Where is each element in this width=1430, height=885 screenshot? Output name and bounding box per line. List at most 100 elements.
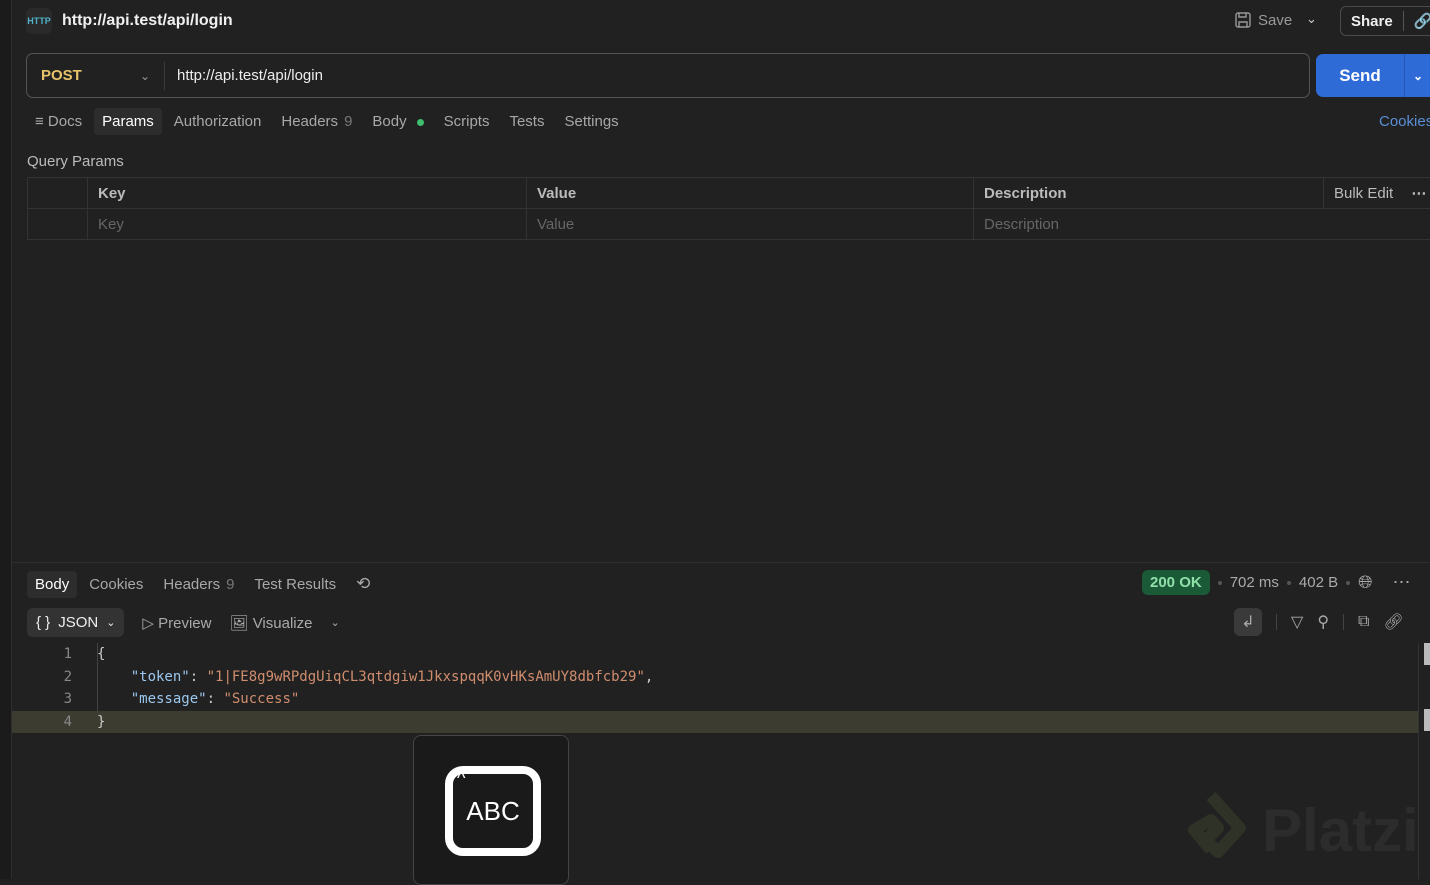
response-tab-headers[interactable]: Headers 9 xyxy=(155,571,242,598)
watermark-text: Platzi xyxy=(1262,796,1419,865)
method-select[interactable]: POST ⌄ xyxy=(27,62,165,90)
copy-icon[interactable]: ⧉ xyxy=(1358,613,1369,631)
key-input[interactable]: Key xyxy=(88,209,527,240)
tab-label: Headers xyxy=(163,576,220,593)
cookies-link[interactable]: Cookies xyxy=(1379,113,1430,130)
response-time[interactable]: 702 ms xyxy=(1230,574,1279,591)
tab-body[interactable]: Body xyxy=(364,108,431,135)
scroll-marker xyxy=(1424,643,1430,665)
save-icon xyxy=(1234,11,1252,29)
more-icon[interactable]: ⋯ xyxy=(1393,572,1411,593)
separator-dot xyxy=(1287,581,1291,585)
format-select[interactable]: { }JSON⌄ xyxy=(27,608,124,637)
preview-label: Preview xyxy=(158,615,211,632)
history-icon[interactable]: ⟲ xyxy=(348,569,378,599)
response-body-editor[interactable]: 1{ 2 "token": "1|FE8g9wRPdgUiqCL3qtdgiw1… xyxy=(12,643,1418,733)
column-description: Description xyxy=(974,178,1324,209)
line-number: 3 xyxy=(12,691,72,707)
code-line: 1{ xyxy=(12,643,1418,666)
visualize-options-chevron-icon[interactable]: ⌄ xyxy=(330,616,339,629)
visualize-button[interactable]: 🖼︎ Visualize xyxy=(229,614,312,632)
search-icon[interactable]: ⚲ xyxy=(1317,612,1329,632)
scroll-marker xyxy=(1424,709,1430,731)
row-checkbox-cell xyxy=(28,209,88,240)
description-input[interactable]: Description xyxy=(974,209,1430,240)
code-line-active: 4} xyxy=(12,711,1418,734)
chevron-down-icon: ⌄ xyxy=(140,69,150,83)
line-number: 2 xyxy=(12,669,72,685)
divider xyxy=(1403,11,1404,31)
response-tab-body[interactable]: Body xyxy=(27,571,77,598)
request-name[interactable]: http://api.test/api/login xyxy=(62,12,233,30)
value-input[interactable]: Value xyxy=(527,209,974,240)
bulk-edit-button[interactable]: Bulk Edit xyxy=(1334,185,1393,202)
keyboard-abc-icon: ^ ABC xyxy=(445,766,541,856)
tab-label: Headers xyxy=(281,113,338,130)
globe-icon[interactable]: 🌐︎ xyxy=(1358,572,1372,593)
chevron-down-icon: ⌄ xyxy=(106,616,115,629)
separator-dot xyxy=(1346,581,1350,585)
tab-tests[interactable]: Tests xyxy=(501,108,552,135)
share-label: Share xyxy=(1351,13,1393,30)
link-icon[interactable]: 🔗 xyxy=(1414,12,1430,30)
code-line: 3 "message": "Success" xyxy=(12,688,1418,711)
editor-scrollbar[interactable] xyxy=(1418,643,1430,879)
abc-text: ABC xyxy=(466,796,519,827)
tab-label: Docs xyxy=(48,113,82,130)
response-tab-cookies[interactable]: Cookies xyxy=(81,571,151,598)
url-input[interactable]: http://api.test/api/login xyxy=(165,67,323,84)
more-icon[interactable]: ⋯ xyxy=(1411,185,1426,202)
save-options-chevron-icon[interactable]: ⌄ xyxy=(1306,11,1317,27)
json-key: "message" xyxy=(131,691,207,707)
headers-count: 9 xyxy=(226,576,234,593)
send-label: Send xyxy=(1316,66,1404,86)
separator-dot xyxy=(1218,581,1222,585)
response-size[interactable]: 402 B xyxy=(1299,574,1338,591)
preview-button[interactable]: ▷ Preview xyxy=(142,614,211,632)
format-value: JSON xyxy=(58,614,98,631)
tab-docs[interactable]: ≡ Docs xyxy=(27,108,90,135)
query-params-title: Query Params xyxy=(27,153,124,170)
url-bar: POST ⌄ http://api.test/api/login xyxy=(26,53,1310,98)
json-key: "token" xyxy=(131,669,190,685)
request-tabs: ≡ Docs Params Authorization Headers 9 Bod… xyxy=(27,108,627,135)
link-icon[interactable]: 🔗︎ xyxy=(1383,612,1403,632)
pane-divider[interactable] xyxy=(12,562,1430,563)
line-number: 4 xyxy=(12,714,72,730)
image-icon: 🖼︎ xyxy=(229,615,252,632)
tab-params[interactable]: Params xyxy=(94,108,162,135)
share-button[interactable]: Share 🔗 xyxy=(1340,6,1430,36)
json-value: "1|FE8g9wRPdgUiqCL3qtdgiw1JkxspqqK0vHKsA… xyxy=(207,669,645,685)
response-format-bar: { }JSON⌄ ▷ Preview 🖼︎ Visualize ⌄ xyxy=(27,608,340,637)
bulk-edit-cell: Bulk Edit ⋯ xyxy=(1324,178,1430,209)
response-tab-test-results[interactable]: Test Results xyxy=(246,571,344,598)
method-value: POST xyxy=(41,67,82,84)
divider xyxy=(1343,614,1344,630)
wrap-lines-icon[interactable]: ↲ xyxy=(1234,608,1262,636)
column-key: Key xyxy=(88,178,527,209)
tab-scripts[interactable]: Scripts xyxy=(436,108,498,135)
send-options-chevron-icon[interactable]: ⌄ xyxy=(1405,69,1423,83)
open-brace: { xyxy=(72,646,105,662)
tab-settings[interactable]: Settings xyxy=(556,108,626,135)
body-indicator-dot xyxy=(417,119,424,126)
platzi-logo-icon xyxy=(1176,790,1246,870)
table-row: Key Value Description xyxy=(28,209,1430,240)
play-icon: ▷ xyxy=(142,615,158,632)
visualize-label: Visualize xyxy=(253,615,313,632)
column-value: Value xyxy=(527,178,974,209)
tab-headers[interactable]: Headers 9 xyxy=(273,108,360,135)
headers-count: 9 xyxy=(344,113,352,130)
response-tabs: Body Cookies Headers 9 Test Results ⟲ xyxy=(27,569,378,599)
left-sidebar-edge xyxy=(0,0,12,879)
status-badge[interactable]: 200 OK xyxy=(1142,570,1210,595)
request-title: HTTP http://api.test/api/login xyxy=(26,8,233,34)
json-value: "Success" xyxy=(223,691,299,707)
save-button[interactable]: Save xyxy=(1234,11,1292,29)
save-label: Save xyxy=(1258,12,1292,29)
tab-authorization[interactable]: Authorization xyxy=(166,108,270,135)
send-button[interactable]: Send ⌄ xyxy=(1316,54,1430,97)
checkbox-column xyxy=(28,178,88,209)
divider xyxy=(1276,614,1277,630)
filter-icon[interactable]: ▽ xyxy=(1291,612,1303,632)
